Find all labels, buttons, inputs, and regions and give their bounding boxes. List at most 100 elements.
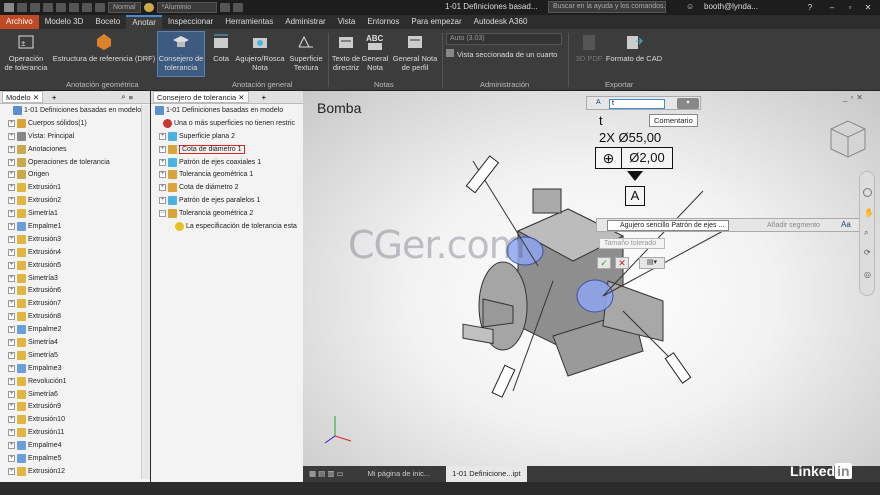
tile-icon[interactable]: ▦ ▤ ▥ ▭ xyxy=(303,466,350,482)
profile-note-button[interactable]: General Nota de perfil xyxy=(390,32,440,72)
expand-toggle[interactable]: − xyxy=(159,210,166,218)
person-icon[interactable]: ☺ xyxy=(686,2,694,11)
save-icon[interactable] xyxy=(43,3,53,12)
model-tree-item[interactable]: + Extrusión12 xyxy=(2,465,150,478)
cancel-button[interactable]: ✕ xyxy=(615,257,629,269)
expand-toggle[interactable]: + xyxy=(8,454,15,462)
expand-toggle[interactable]: + xyxy=(8,171,15,179)
tab-home-page[interactable]: Mi página de inic... xyxy=(362,466,437,482)
tolerance-advisor-button[interactable]: Consejero de tolerancia xyxy=(157,31,205,77)
model-scrollbar[interactable] xyxy=(141,105,150,479)
accept-button[interactable]: ✓ xyxy=(597,257,611,269)
surface-texture-button[interactable]: Superficie Textura xyxy=(286,32,326,72)
help-icon[interactable]: ? xyxy=(804,2,816,13)
tab-entornos[interactable]: Entornos xyxy=(361,15,405,29)
measure-icon[interactable] xyxy=(232,3,243,12)
expand-toggle[interactable]: + xyxy=(8,377,15,385)
minimize-icon[interactable]: – xyxy=(826,2,838,13)
tolerance-feature-button[interactable]: ± Operación de tolerancia xyxy=(4,32,48,72)
tab-modelo-3d[interactable]: Modelo 3D xyxy=(39,15,90,29)
expand-toggle[interactable]: + xyxy=(8,197,15,205)
model-tree-item[interactable]: + Extrusión10 xyxy=(2,413,150,426)
model-tree-item[interactable]: + Cuerpos sólidos(1) xyxy=(2,117,150,130)
expand-toggle[interactable]: + xyxy=(8,274,15,282)
advisor-tree-item[interactable]: + Cota de diámetro 1 xyxy=(151,143,303,156)
model-tree-item[interactable]: + Empalme5 xyxy=(2,452,150,465)
hole-type-dropdown[interactable]: Agujero sencillo Patrón de ejes ... xyxy=(607,220,729,231)
model-tree-item[interactable]: + Extrusión2 xyxy=(2,194,150,207)
advisor-tree-item[interactable]: − Tolerancia geométrica 2 xyxy=(151,207,303,220)
expand-toggle[interactable]: + xyxy=(8,300,15,308)
model-tree-item[interactable]: + Empalme3 xyxy=(2,362,150,375)
advisor-tree-item[interactable]: Una o más superficies no tienen restric xyxy=(151,117,303,130)
size-tolerance-dropdown[interactable]: Tamaño tolerado xyxy=(599,238,665,249)
datum-reference-frame-button[interactable]: Estructura de referencia (DRF) xyxy=(50,32,158,63)
tab-para-empezar[interactable]: Para empezar xyxy=(405,15,467,29)
expand-toggle[interactable]: + xyxy=(159,132,166,140)
expand-toggle[interactable]: + xyxy=(8,416,15,424)
add-tab-icon[interactable]: + xyxy=(52,93,56,102)
options-dropdown[interactable]: ▤▾ xyxy=(639,257,665,269)
model-tree-item[interactable]: + Extrusión11 xyxy=(2,426,150,439)
model-tree-item[interactable]: + Empalme2 xyxy=(2,323,150,336)
tab-autodesk-a360[interactable]: Autodesk A360 xyxy=(468,15,534,29)
expand-toggle[interactable]: + xyxy=(8,248,15,256)
model-tree-item[interactable]: + Simetría4 xyxy=(2,336,150,349)
model-tree-item[interactable]: + Extrusión4 xyxy=(2,246,150,259)
tab-anotar[interactable]: Anotar xyxy=(126,15,162,29)
close-icon[interactable]: ✕ xyxy=(862,2,874,13)
tab-boceto[interactable]: Boceto xyxy=(89,15,126,29)
open-icon[interactable] xyxy=(30,3,40,12)
comment-dropdown[interactable]: ▾ xyxy=(677,98,699,109)
expand-toggle[interactable]: + xyxy=(8,184,15,192)
tab-herramientas[interactable]: Herramientas xyxy=(219,15,279,29)
advisor-tree-item[interactable]: + Superficie plana 2 xyxy=(151,130,303,143)
3d-pdf-button[interactable]: 3D PDF xyxy=(574,32,604,63)
redo-icon[interactable] xyxy=(69,3,79,12)
appearance-icon[interactable] xyxy=(219,3,230,12)
app-menu-icon[interactable] xyxy=(4,3,14,12)
material-select[interactable]: *Aluminio xyxy=(156,2,217,13)
datum-feature-symbol[interactable]: A xyxy=(625,186,645,206)
expand-toggle[interactable]: + xyxy=(8,210,15,218)
model-tree-item[interactable]: + Extrusión8 xyxy=(2,310,150,323)
expand-toggle[interactable]: + xyxy=(8,467,15,475)
model-tree-item[interactable]: + Simetría3 xyxy=(2,272,150,285)
cad-format-button[interactable]: Formato de CAD xyxy=(604,32,664,63)
view-cube[interactable] xyxy=(830,120,866,158)
viewport-window-controls[interactable]: _▫✕ xyxy=(843,93,866,102)
model-tree-item[interactable]: + Anotaciones xyxy=(2,143,150,156)
model-tree-item[interactable]: + Extrusión5 xyxy=(2,259,150,272)
maximize-icon[interactable]: ▫ xyxy=(844,2,856,13)
feature-control-frame[interactable]: ⊕ Ø2,00 xyxy=(595,147,673,169)
expand-toggle[interactable]: + xyxy=(8,119,15,127)
expand-toggle[interactable]: + xyxy=(8,132,15,140)
model-tree-item[interactable]: + Revolución1 xyxy=(2,375,150,388)
model-tree-item[interactable]: + Simetría5 xyxy=(2,349,150,362)
orbit-icon[interactable]: ⟳ xyxy=(864,248,871,257)
advisor-tree-item[interactable]: + Patrón de ejes coaxiales 1 xyxy=(151,156,303,169)
expand-toggle[interactable]: + xyxy=(8,390,15,398)
menu-icon[interactable]: ≡ xyxy=(129,93,133,102)
undo-icon[interactable] xyxy=(56,3,66,12)
tab-administrar[interactable]: Administrar xyxy=(279,15,331,29)
add-tab-icon[interactable]: + xyxy=(262,93,266,102)
model-tree-item[interactable]: + Extrusión7 xyxy=(2,297,150,310)
model-tree-item[interactable]: + Empalme4 xyxy=(2,439,150,452)
model-tab[interactable]: Modelo ✕ xyxy=(2,91,43,103)
note-input[interactable]: t xyxy=(609,99,665,109)
text-style-icon[interactable]: Aa xyxy=(841,220,851,229)
model-tree-item[interactable]: + Operaciones de tolerancia xyxy=(2,156,150,169)
graphics-viewport[interactable]: Bomba A t ▾ Comentario t 2X Ø55,00 ⊕ Ø2,… xyxy=(303,91,880,466)
hole-thread-note-button[interactable]: Agujero/Rosca Nota xyxy=(235,32,285,72)
expand-toggle[interactable]: + xyxy=(8,287,15,295)
advisor-tree-item[interactable]: La especificación de tolerancia esta xyxy=(151,220,303,233)
standard-dropdown[interactable]: Auto (3.03) xyxy=(446,33,562,45)
advisor-tab[interactable]: Consejero de tolerancia ✕ xyxy=(153,91,249,103)
advisor-tree-item[interactable]: + Patrón de ejes paralelos 1 xyxy=(151,194,303,207)
model-tree-item[interactable]: + Simetría1 xyxy=(2,207,150,220)
general-note-button[interactable]: ABC General Nota xyxy=(362,32,389,72)
model-tree-item[interactable]: + Extrusión6 xyxy=(2,284,150,297)
model-tree-item[interactable]: + Vista: Principal xyxy=(2,130,150,143)
expand-toggle[interactable]: + xyxy=(159,184,166,192)
